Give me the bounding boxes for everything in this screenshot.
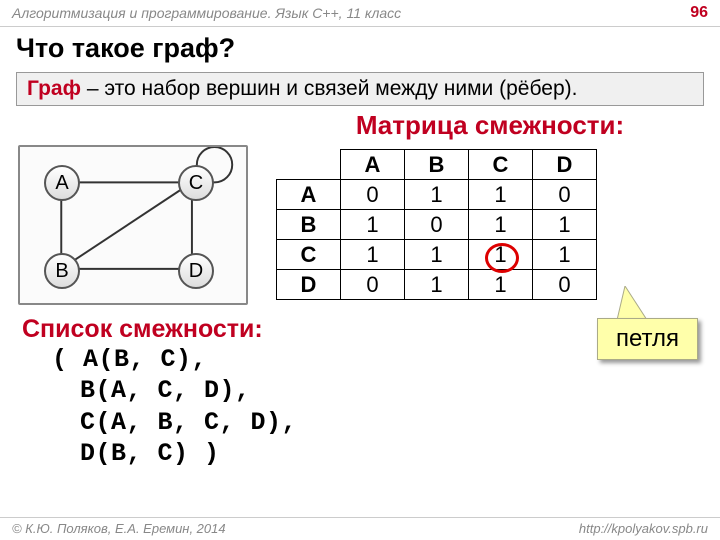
page-number: 96 (690, 4, 708, 22)
matrix-cell: 1 (341, 240, 405, 270)
matrix-cell: 1 (469, 180, 533, 210)
copyright: © К.Ю. Поляков, Е.А. Еремин, 2014 (12, 521, 226, 536)
graph-node-c: C (178, 165, 214, 201)
definition-rest: – это набор вершин и связей между ними (… (81, 77, 577, 100)
course-title: Алгоритмизация и программирование. Язык … (12, 5, 401, 21)
loop-callout: петля (597, 318, 698, 360)
page-title: Что такое граф? (0, 27, 720, 66)
callout-pointer-icon (617, 286, 677, 322)
adj-line: B(A, C, D), (80, 375, 720, 406)
graph-node-d: D (178, 253, 214, 289)
adjacency-matrix-title: Матрица смежности: (260, 110, 720, 141)
callout-label: петля (597, 318, 698, 360)
adjacency-list: ( A(B, C), B(A, C, D), C(A, B, C, D), D(… (52, 344, 720, 469)
matrix-cell: 1 (405, 240, 469, 270)
graph-diagram: A C B D (18, 145, 248, 305)
definition-term: Граф (27, 77, 81, 100)
matrix-cell: 1 (341, 210, 405, 240)
graph-node-b: B (44, 253, 80, 289)
definition-box: Граф – это набор вершин и связей между н… (16, 72, 704, 106)
matrix-col-header: B (405, 150, 469, 180)
matrix-cell: 0 (341, 180, 405, 210)
matrix-row-header: C (277, 240, 341, 270)
matrix-cell: 1 (533, 210, 597, 240)
matrix-col-header: D (533, 150, 597, 180)
matrix-table: A B C D A 0 1 1 0 B 1 0 1 1 C 1 (276, 149, 597, 300)
matrix-cell: 0 (533, 180, 597, 210)
matrix-cell: 0 (341, 270, 405, 300)
adj-line: C(A, B, C, D), (80, 407, 720, 438)
matrix-cell: 0 (533, 270, 597, 300)
matrix-cell: 1 (405, 270, 469, 300)
matrix-cell: 1 (469, 270, 533, 300)
matrix-col-header: C (469, 150, 533, 180)
adjacency-matrix: A B C D A 0 1 1 0 B 1 0 1 1 C 1 (276, 145, 597, 300)
matrix-cell: 1 (469, 240, 533, 270)
matrix-row-header: B (277, 210, 341, 240)
matrix-cell: 0 (405, 210, 469, 240)
matrix-row-header: D (277, 270, 341, 300)
footer-bar: © К.Ю. Поляков, Е.А. Еремин, 2014 http:/… (0, 517, 720, 536)
matrix-row-header: A (277, 180, 341, 210)
matrix-cell: 1 (405, 180, 469, 210)
matrix-cell: 1 (533, 240, 597, 270)
header-bar: Алгоритмизация и программирование. Язык … (0, 0, 720, 27)
adj-line: D(B, C) ) (80, 438, 720, 469)
graph-node-a: A (44, 165, 80, 201)
matrix-corner (277, 150, 341, 180)
footer-url: http://kpolyakov.spb.ru (579, 521, 708, 536)
matrix-col-header: A (341, 150, 405, 180)
matrix-cell: 1 (469, 210, 533, 240)
